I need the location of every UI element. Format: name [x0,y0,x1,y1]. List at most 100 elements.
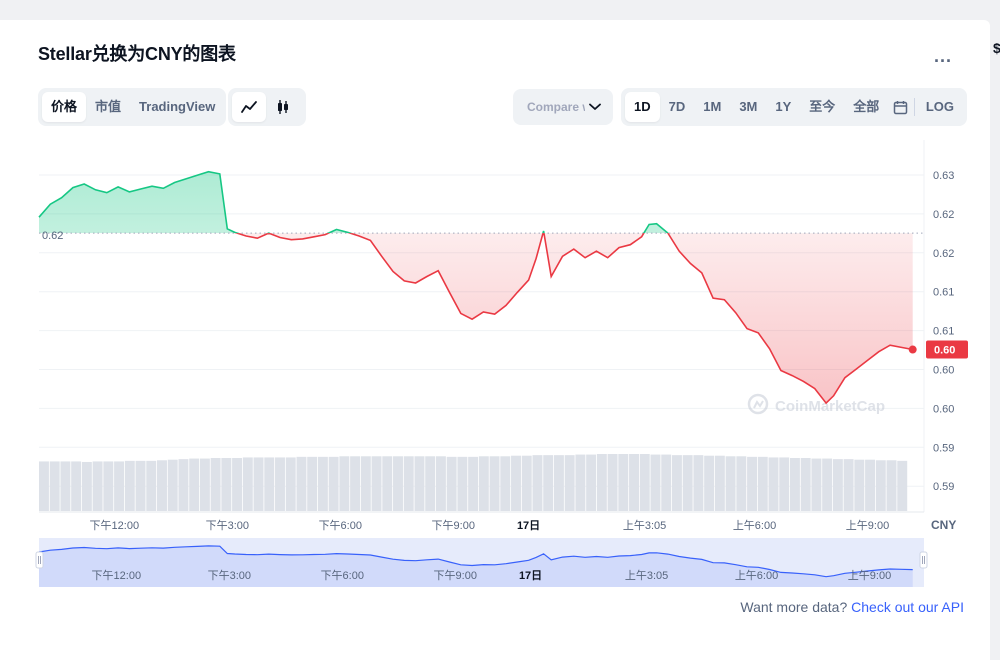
volume-bar [822,458,833,511]
volume-bar [650,454,661,511]
navigator-tick-label: 下午3:00 [208,569,251,582]
volume-bar [146,460,157,511]
volume-bar [296,456,307,511]
volume-bar [264,457,275,511]
x-tick-label: 下午9:00 [432,519,475,532]
volume-bar [350,456,361,511]
volume-bar [242,457,253,511]
y-tick-label: 0.61 [933,287,954,299]
volume-bar [607,454,618,511]
y-tick-label: 0.60 [933,365,954,377]
volume-bar [328,456,339,511]
volume-bar [275,457,285,511]
volume-bar [575,454,586,511]
navigator-handle-right[interactable] [919,551,928,569]
y-tick-label: 0.62 [933,209,954,221]
volume-bar [500,456,511,511]
volume-bar [425,456,436,511]
current-price-label: 0.60 [934,345,955,357]
volume-bar [489,456,500,511]
volume-bar [532,455,543,511]
volume-bar [725,456,736,511]
volume-bar [221,457,232,511]
range-navigator[interactable]: 下午12:00 下午3:00 下午6:00 下午9:00 17日 上午3:05 上午6:00… [35,538,928,587]
y-tick-label: 0.61 [933,326,954,338]
y-axis: 0.63 0.62 0.62 0.61 0.61 0.60 0.60 0.59 0.59 [933,170,954,493]
navigator-handle-left[interactable] [35,551,44,569]
x-tick-label: 下午12:00 [90,519,140,532]
volume-bar [339,456,350,511]
volume-bar [92,461,103,511]
volume-bar [178,459,189,511]
volume-bar [671,455,682,511]
navigator-tick-label: 下午12:00 [92,569,142,582]
volume-bar [414,456,425,511]
volume-bar [811,458,822,511]
volume-bar [199,458,210,511]
volume-bar [253,457,264,511]
volume-bar [521,455,532,511]
y-tick-label: 0.60 [933,403,954,415]
volume-bar [843,459,854,511]
volume-bar [747,456,758,511]
volume-bar [629,454,639,511]
volume-bar [639,454,650,511]
volume-bar [285,457,296,511]
volume-bar [403,456,414,511]
x-tick-label: 下午6:00 [319,519,362,532]
volume-bar [511,455,521,511]
volume-bar [854,459,865,511]
volume-bar [49,461,60,511]
volume-bar [60,461,71,511]
volume-bar [543,455,554,511]
watermark: CoinMarketCap [747,393,885,415]
volume-bar [736,456,747,511]
current-price-dot [908,345,917,354]
navigator-tick-label: 上午6:00 [735,569,778,582]
volume-bar [865,459,876,511]
volume-bar [757,456,768,511]
volume-bar [661,454,672,511]
volume-bar [81,461,92,511]
volume-bar [167,459,178,511]
y-tick-label: 0.62 [933,248,954,260]
y-tick-label: 0.59 [933,442,954,454]
volume-bar [553,455,564,511]
footer: Want more data? Check out our API [740,599,964,615]
volume-bar [586,454,597,511]
volume-bar [714,455,725,511]
volume-bar [189,458,200,511]
x-tick-label: 上午3:05 [623,519,666,532]
price-chart[interactable]: CoinMarketCap 0.62 0.60 0.63 0.62 0.62 0.61… [0,0,1000,650]
x-tick-label: 上午6:00 [733,519,776,532]
volume-bar [135,460,146,511]
api-link[interactable]: Check out our API [851,599,964,615]
y-tick-label: 0.63 [933,170,954,182]
volume-bar [360,456,371,511]
navigator-tick-label: 下午6:00 [321,569,364,582]
volume-bar [875,460,886,511]
volume-bar [307,456,318,511]
volume-bar [71,461,82,511]
x-tick-label: 上午9:00 [846,519,889,532]
volume-bar [157,460,167,511]
volume-bar [886,460,897,511]
volume-bar [232,457,243,511]
currency-label: CNY [931,518,956,532]
navigator-tick-label: 17日 [519,569,542,582]
x-tick-label: 17日 [517,519,540,532]
volume-bar [768,457,779,511]
volume-bar [435,456,446,511]
volume-bar [371,456,382,511]
footer-prefix: Want more data? [740,599,848,615]
navigator-tick-label: 上午9:00 [848,569,891,582]
x-tick-label: 下午3:00 [206,519,249,532]
volume-bar [693,455,704,511]
volume-bar [564,455,575,511]
volume-bar [393,456,403,511]
volume-bar [210,457,221,511]
volume-bar [317,456,328,511]
x-axis: 下午12:00 下午3:00 下午6:00 下午9:00 17日 上午3:05 上午6:00… [90,519,890,532]
volume-bar [897,460,908,511]
volume-bars [39,454,908,511]
